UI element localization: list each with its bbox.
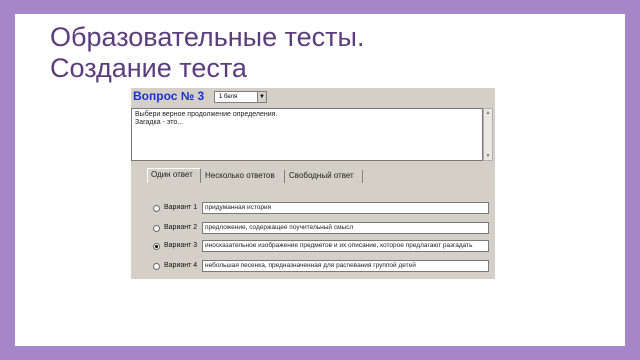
question-text-area[interactable]: Выбери верное продолжение определения. З… (131, 108, 483, 161)
option-1-label: Вариант 1 (164, 204, 198, 211)
tab-multiple-answers[interactable]: Несколько ответов (202, 170, 285, 183)
option-4-radio[interactable] (153, 263, 160, 270)
option-2-label: Вариант 2 (164, 224, 198, 231)
option-4-field[interactable]: небольшая песенка, предназначенная для р… (202, 260, 489, 272)
answer-option-4: Вариант 4 небольшая песенка, предназначе… (131, 260, 495, 274)
scroll-up-icon[interactable]: ▲ (484, 109, 492, 117)
option-2-radio[interactable] (153, 225, 160, 232)
answer-option-3: Вариант 3 иносказательное изображение пр… (131, 240, 495, 254)
level-select-value: 1 беля (219, 94, 238, 100)
option-2-field[interactable]: предложение, содержащее поучительный смы… (202, 222, 489, 234)
slide-title: Образовательные тесты. Создание теста (50, 22, 364, 84)
option-4-label: Вариант 4 (164, 262, 198, 269)
question-scrollbar[interactable]: ▲ ▼ (483, 108, 493, 161)
question-text-line1: Выбери верное продолжение определения. (135, 111, 278, 118)
question-number-label: Вопрос № 3 (133, 89, 205, 103)
level-select[interactable]: 1 беля ▼ (214, 91, 267, 103)
slide-title-line1: Образовательные тесты. (50, 22, 365, 52)
tab-single-answer[interactable]: Один ответ (147, 168, 201, 183)
chevron-down-icon[interactable]: ▼ (257, 92, 266, 102)
answer-option-2: Вариант 2 предложение, содержащее поучит… (131, 222, 495, 236)
slide-title-line2: Создание теста (50, 53, 247, 83)
test-editor-window: Вопрос № 3 1 беля ▼ Выбери верное продол… (131, 88, 495, 279)
tab-free-answer[interactable]: Свободный ответ (286, 170, 363, 183)
option-3-label: Вариант 3 (164, 242, 198, 249)
scroll-down-icon[interactable]: ▼ (484, 152, 492, 160)
answer-option-1: Вариант 1 придуманная история (131, 202, 495, 216)
option-3-field[interactable]: иносказательное изображение предметов и … (202, 240, 489, 252)
option-1-radio[interactable] (153, 205, 160, 212)
option-3-radio[interactable] (153, 243, 160, 250)
question-text-line2: Загадка - это... (135, 119, 184, 126)
option-1-field[interactable]: придуманная история (202, 202, 489, 214)
